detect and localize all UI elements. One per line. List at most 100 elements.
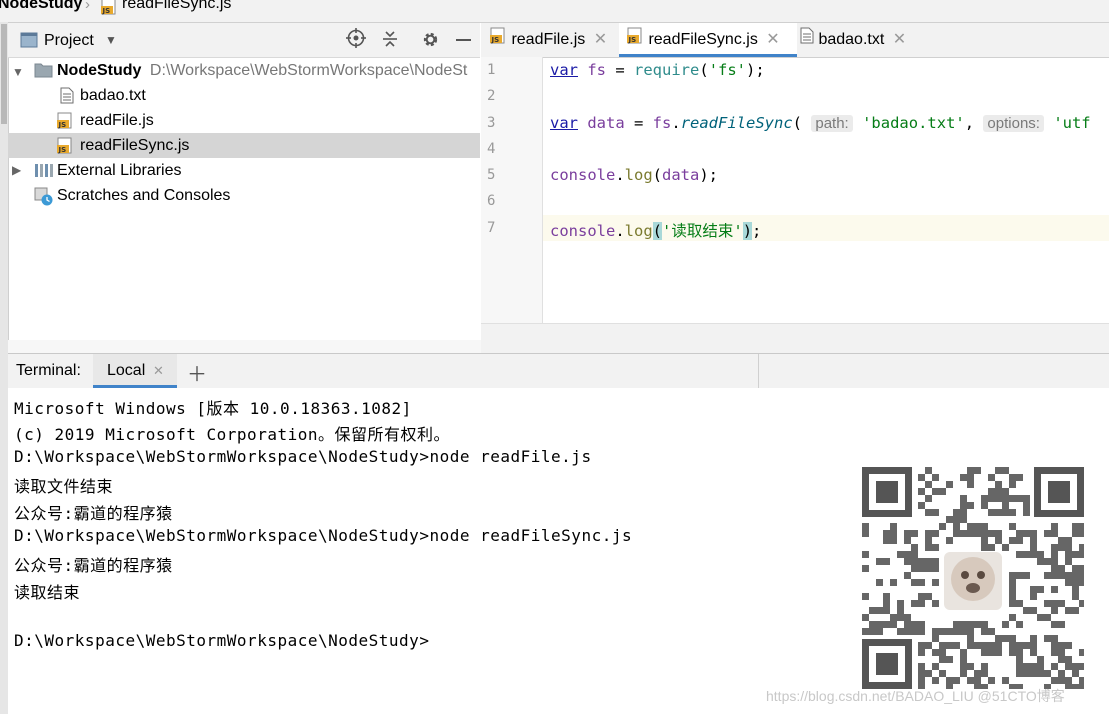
string: 'fs': [708, 61, 747, 79]
chevron-down-icon[interactable]: ▼: [105, 33, 117, 47]
add-terminal-icon[interactable]: ＋: [187, 358, 207, 387]
text-file-icon: [800, 23, 814, 57]
line-number: 7: [487, 220, 496, 236]
breadcrumb-separator-icon: ›: [85, 0, 90, 13]
param-hint: options:: [983, 115, 1044, 132]
tab-label: badao.txt: [818, 31, 885, 49]
code-line-3[interactable]: var data = fs.readFileSync( path: 'badao…: [550, 114, 1091, 132]
paren: (: [699, 61, 709, 79]
paren: (: [652, 166, 663, 184]
svg-text:JS: JS: [58, 121, 67, 129]
semicolon: ;: [752, 222, 762, 240]
tab-label: readFileSync.js: [648, 31, 758, 49]
project-panel-bottom: [8, 340, 481, 353]
terminal-line: 读取文件结束: [14, 477, 114, 496]
js-file-icon: JS: [101, 0, 118, 19]
tree-item-external-libraries[interactable]: External Libraries: [57, 158, 182, 183]
terminal-line: Microsoft Windows [版本 10.0.18363.1082]: [14, 399, 412, 418]
paren: ): [742, 222, 753, 240]
scratches-icon: [34, 187, 54, 210]
paren: (: [652, 222, 663, 240]
comma: ,: [964, 114, 975, 132]
code-line-1[interactable]: var fs = require('fs');: [550, 61, 765, 79]
js-file-icon: JS: [627, 23, 644, 57]
dot: .: [671, 114, 681, 132]
collapse-all-icon[interactable]: [381, 30, 399, 52]
project-view-selector[interactable]: Project: [44, 32, 94, 50]
line-number: 5: [487, 167, 496, 183]
tree-item-root[interactable]: NodeStudy D:\Workspace\WebStormWorkspace…: [57, 58, 467, 83]
qr-code-image: [862, 467, 1086, 691]
method: log: [624, 166, 653, 184]
keyword: var: [550, 61, 578, 79]
dot: .: [615, 166, 625, 184]
svg-text:JS: JS: [58, 146, 67, 154]
svg-text:JS: JS: [102, 7, 111, 15]
expand-arrow-icon[interactable]: ▶: [12, 163, 21, 177]
paren: );: [746, 61, 765, 79]
close-icon[interactable]: ✕: [153, 363, 164, 379]
terminal-line: D:\Workspace\WebStormWorkspace\NodeStudy…: [14, 526, 633, 545]
root-folder-name: NodeStudy: [57, 62, 142, 79]
terminal-line: 公众号:霸道的程序猿: [14, 556, 173, 575]
tree-item-badao-txt[interactable]: badao.txt: [80, 83, 146, 108]
close-icon[interactable]: ✕: [893, 31, 906, 48]
js-file-icon: JS: [57, 112, 74, 133]
object: console: [550, 166, 616, 184]
project-view-icon: [20, 31, 38, 53]
project-stripe-button[interactable]: [1, 24, 7, 124]
locate-icon[interactable]: [346, 28, 366, 53]
code-line-5[interactable]: console.log(data);: [550, 166, 718, 184]
folder-icon: [34, 62, 53, 82]
close-icon[interactable]: ✕: [594, 31, 607, 48]
function: require: [634, 61, 700, 79]
terminal-line: D:\Workspace\WebStormWorkspace\NodeStudy…: [14, 447, 592, 466]
editor-bottom-area: [481, 323, 1109, 354]
variable: fs: [587, 61, 607, 79]
text-file-icon: [60, 87, 74, 108]
tree-item-readfile-js[interactable]: readFile.js: [80, 108, 154, 133]
tree-item-scratches[interactable]: Scratches and Consoles: [57, 183, 230, 208]
tab-readfile-js[interactable]: JS readFile.js ✕: [490, 23, 607, 57]
breadcrumb-project[interactable]: NodeStudy: [0, 0, 82, 13]
tab-readfilesync-js[interactable]: JS readFileSync.js ✕: [619, 23, 797, 57]
param-hint: path:: [811, 115, 853, 132]
string: 'utf: [1053, 114, 1091, 132]
watermark-text: https://blog.csdn.net/BADAO_LIU @51CTO博客: [766, 688, 1065, 704]
terminal-line: 公众号:霸道的程序猿: [14, 504, 173, 523]
code-line-7[interactable]: console.log('读取结束');: [550, 219, 761, 241]
terminal-line: D:\Workspace\WebStormWorkspace\NodeStudy…: [14, 631, 430, 650]
terminal-tab-label: Local: [107, 362, 146, 379]
expand-arrow-icon[interactable]: ▼: [12, 65, 24, 79]
string: '读取结束': [662, 222, 743, 240]
gear-icon[interactable]: [421, 30, 440, 53]
tree-item-readfilesync-js[interactable]: readFileSync.js: [80, 133, 189, 158]
tree-selection-highlight: [8, 133, 480, 158]
line-number: 4: [487, 141, 496, 157]
close-icon[interactable]: ✕: [766, 31, 779, 48]
line-number: 3: [487, 115, 496, 131]
object: console: [550, 222, 616, 240]
line-number: 1: [487, 62, 496, 78]
line-number: 2: [487, 88, 496, 104]
method: log: [624, 222, 653, 240]
root-folder-path: D:\Workspace\WebStormWorkspace\NodeSt: [149, 62, 468, 79]
variable: data: [662, 166, 700, 184]
function: readFileSync: [680, 114, 793, 132]
keyword: var: [550, 114, 578, 132]
library-icon: [34, 162, 54, 182]
operator: =: [624, 114, 653, 132]
breadcrumb-file[interactable]: readFileSync.js: [122, 0, 231, 13]
paren: (: [792, 114, 803, 132]
object: fs: [652, 114, 672, 132]
svg-text:JS: JS: [628, 36, 637, 44]
js-file-icon: JS: [490, 23, 507, 57]
tab-badao-txt[interactable]: badao.txt ✕: [800, 23, 906, 57]
paren: );: [699, 166, 719, 184]
tab-label: readFile.js: [511, 31, 586, 49]
string: 'badao.txt': [862, 114, 965, 132]
terminal-label: Terminal:: [16, 362, 81, 379]
terminal-line: 读取结束: [14, 583, 81, 602]
terminal-line: (c) 2019 Microsoft Corporation。保留所有权利。: [14, 425, 450, 444]
minimize-icon[interactable]: [456, 39, 471, 41]
